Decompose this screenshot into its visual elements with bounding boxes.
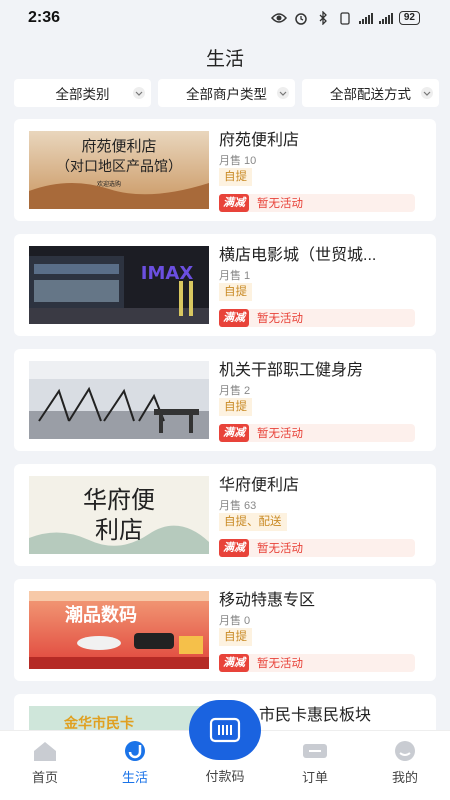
- status-icons: 92: [270, 11, 420, 25]
- thumb-text-2: （对口地区产品馆）: [56, 159, 182, 175]
- pay-code-button[interactable]: [189, 700, 261, 760]
- filter-merchant-type[interactable]: 全部商户类型: [158, 79, 295, 107]
- user-icon: [395, 741, 415, 761]
- promo-bar: 满减 暂无活动: [219, 654, 415, 672]
- sim-icon: [337, 11, 353, 25]
- store-sales: 月售 2: [219, 385, 251, 397]
- store-name: 机关干部职工健身房: [219, 362, 364, 379]
- store-info: 华府便利店 月售 63 自提、配送 满减 暂无活动: [219, 476, 419, 557]
- tab-home[interactable]: 首页: [0, 731, 90, 800]
- delivery-tag: 自提: [219, 283, 252, 301]
- barcode-icon: [209, 717, 241, 743]
- pay-code-circle: [189, 700, 261, 760]
- filter-bar: 全部类别 全部商户类型 全部配送方式: [14, 79, 439, 107]
- promo-text: 暂无活动: [257, 198, 303, 210]
- orders-icon: [303, 744, 327, 758]
- promo-text: 暂无活动: [257, 428, 303, 440]
- store-info: 机关干部职工健身房 月售 2 自提 满减 暂无活动: [219, 361, 419, 442]
- delivery-tag: 自提: [219, 398, 252, 416]
- promo-bar: 满减 暂无活动: [219, 424, 415, 442]
- store-thumbnail: IMAX: [29, 246, 209, 324]
- promo-text: 暂无活动: [257, 658, 303, 670]
- promo-tag: 满减: [219, 309, 249, 327]
- page-title: 生活: [205, 49, 244, 70]
- promo-tag: 满减: [219, 194, 249, 212]
- thumb-text-1: 府苑便利店: [81, 137, 156, 155]
- tab-life-label: 生活: [121, 770, 148, 785]
- signal-icon: [358, 12, 373, 24]
- bluetooth-icon: [315, 11, 331, 25]
- delivery-tag: 自提、配送: [219, 513, 287, 531]
- store-thumbnail: [29, 361, 209, 439]
- tab-mine-label: 我的: [391, 770, 418, 785]
- store-sales: 月售 63: [219, 500, 257, 512]
- thumb-text-2: 利店: [95, 516, 143, 544]
- home-icon: [34, 742, 56, 761]
- store-thumbnail: 潮品数码: [29, 591, 209, 669]
- store-sales: 月售 1: [219, 270, 251, 282]
- delivery-tag: 自提: [219, 168, 252, 186]
- thumb-text-1: 潮品数码: [65, 604, 137, 626]
- tab-orders-label: 订单: [301, 770, 328, 785]
- store-name: 移动特惠专区: [219, 592, 316, 609]
- promo-text: 暂无活动: [257, 313, 303, 325]
- promo-tag: 满减: [219, 654, 249, 672]
- thumb-text-1: 华府便: [83, 486, 155, 514]
- status-time: 2:36: [28, 9, 61, 26]
- tab-orders[interactable]: 订单: [270, 731, 360, 800]
- promo-bar: 满减 暂无活动: [219, 309, 415, 327]
- store-sales: 月售 0: [219, 615, 251, 627]
- store-name: 府苑便利店: [219, 132, 300, 149]
- tab-pay-code-label: 付款码: [205, 769, 245, 784]
- filter-merchant-type-label: 全部商户类型: [186, 87, 267, 102]
- filter-category[interactable]: 全部类别: [14, 79, 151, 107]
- store-card[interactable]: 机关干部职工健身房 月售 2 自提 满减 暂无活动: [14, 349, 436, 451]
- filter-delivery-label: 全部配送方式: [330, 87, 411, 102]
- promo-bar: 满减 暂无活动: [219, 539, 415, 557]
- promo-tag: 满减: [219, 424, 249, 442]
- tab-home-label: 首页: [31, 770, 58, 785]
- store-sales: 月售 10: [219, 155, 257, 167]
- promo-bar: 满减 暂无活动: [219, 194, 415, 212]
- filter-category-label: 全部类别: [55, 87, 110, 102]
- store-info: 移动特惠专区 月售 0 自提 满减 暂无活动: [219, 591, 419, 672]
- store-card[interactable]: IMAX 横店电影城（世贸城... 月售 1 自提 满减 暂无活动: [14, 234, 436, 336]
- store-card[interactable]: 潮品数码 移动特惠专区 月售 0 自提 满减 暂无活动: [14, 579, 436, 681]
- store-list: 府苑便利店 （对口地区产品馆） 欢迎选购 府苑便利店 月售 10 自提 满减 暂…: [14, 119, 436, 800]
- tab-mine[interactable]: 我的: [360, 731, 450, 800]
- store-name: 华府便利店: [219, 477, 300, 494]
- store-info: 横店电影城（世贸城... 月售 1 自提 满减 暂无活动: [219, 246, 419, 327]
- chevron-down-icon: [421, 87, 433, 99]
- store-card[interactable]: 府苑便利店 （对口地区产品馆） 欢迎选购 府苑便利店 月售 10 自提 满减 暂…: [14, 119, 436, 221]
- store-thumbnail: 府苑便利店 （对口地区产品馆） 欢迎选购: [29, 131, 209, 209]
- store-card[interactable]: 华府便 利店 华府便利店 月售 63 自提、配送 满减 暂无活动: [14, 464, 436, 566]
- store-name: 横店电影城（世贸城...: [219, 247, 377, 264]
- filter-delivery[interactable]: 全部配送方式: [302, 79, 439, 107]
- delivery-tag: 自提: [219, 628, 252, 646]
- chevron-down-icon: [277, 87, 289, 99]
- thumb-text-1: IMAX: [141, 263, 194, 284]
- life-icon: [125, 741, 145, 761]
- promo-tag: 满减: [219, 539, 249, 557]
- battery-indicator: 92: [398, 11, 420, 25]
- promo-text: 暂无活动: [257, 543, 303, 555]
- thumb-text-3: 欢迎选购: [97, 180, 121, 188]
- signal-icon-2: [378, 12, 393, 24]
- status-bar: 2:36 92: [0, 0, 450, 36]
- alarm-icon: [293, 12, 309, 25]
- tab-life[interactable]: 生活: [90, 731, 180, 800]
- chevron-down-icon: [133, 87, 145, 99]
- eye-icon: [270, 12, 287, 24]
- store-info: 府苑便利店 月售 10 自提 满减 暂无活动: [219, 131, 419, 212]
- store-thumbnail: 华府便 利店: [29, 476, 209, 554]
